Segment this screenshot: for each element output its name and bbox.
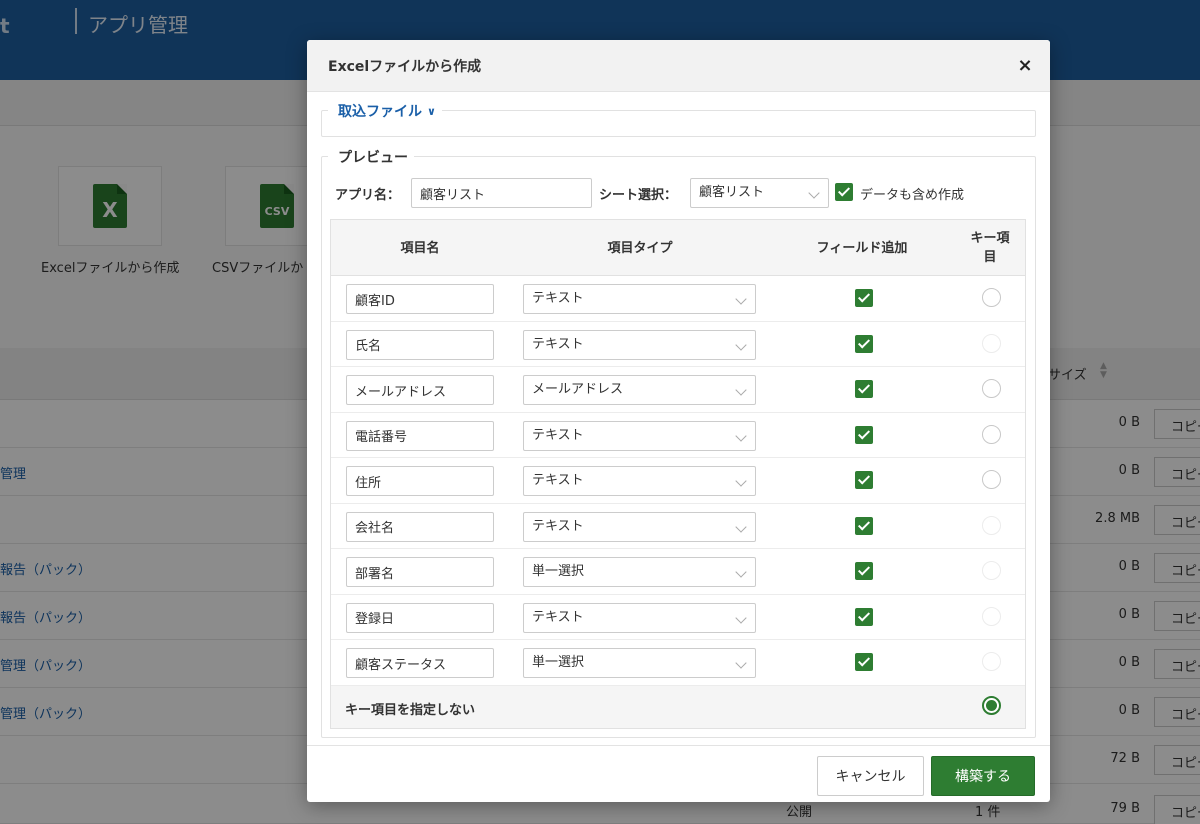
chevron-down-icon	[735, 384, 747, 396]
app-name-label: アプリ名：	[335, 188, 401, 203]
column-header-name: 項目名	[400, 240, 440, 256]
field-type-value: テキスト	[532, 518, 584, 534]
key-field-radio[interactable]	[982, 288, 1001, 307]
column-header-add-field: フィールド追加	[816, 240, 908, 256]
field-name-input[interactable]	[346, 420, 494, 451]
add-field-checkbox[interactable]	[855, 425, 873, 444]
key-field-radio	[982, 561, 1001, 580]
table-row: テキスト	[331, 321, 1025, 367]
field-type-value: 単一選択	[532, 564, 585, 579]
chevron-down-icon	[735, 611, 747, 624]
field-type-select[interactable]: 単一選択	[523, 648, 756, 678]
field-name-input[interactable]	[346, 602, 494, 633]
field-type-select[interactable]: テキスト	[523, 602, 756, 633]
field-type-select[interactable]: テキスト	[523, 420, 756, 451]
add-field-checkbox[interactable]	[855, 516, 873, 535]
add-field-checkbox[interactable]	[855, 380, 873, 398]
field-type-select[interactable]: テキスト	[523, 284, 756, 314]
add-field-checkbox[interactable]	[855, 471, 873, 489]
field-type-value: テキスト	[532, 336, 584, 352]
column-header-key: キー項 目	[953, 220, 1027, 276]
dialog-footer: キャンセル 構築する	[307, 745, 1050, 802]
add-field-checkbox[interactable]	[855, 562, 873, 580]
chevron-down-icon: ∨	[427, 105, 436, 118]
field-type-value: テキスト	[532, 473, 584, 488]
excel-create-dialog: Excelファイルから作成 × 取込ファイル∨ プレビュー アプリ名： シート選…	[307, 40, 1050, 802]
key-field-radio	[982, 606, 1001, 626]
field-type-value: テキスト	[532, 609, 584, 625]
add-field-checkbox[interactable]	[855, 334, 873, 353]
sheet-select-value: 顧客リスト	[699, 185, 765, 200]
table-row: テキスト	[331, 503, 1025, 549]
field-type-value: メールアドレス	[532, 382, 624, 397]
include-data-label: データも含め作成	[860, 188, 965, 203]
import-file-section: 取込ファイル ∨	[321, 101, 1036, 137]
field-type-select[interactable]: メールアドレス	[523, 375, 756, 405]
preview-legend: プレビュー	[328, 147, 414, 167]
import-file-toggle[interactable]: 取込ファイル ∨	[328, 101, 442, 121]
table-row: テキスト	[331, 412, 1025, 458]
app-name-input[interactable]	[411, 178, 592, 208]
chevron-down-icon	[808, 187, 820, 199]
add-field-checkbox[interactable]	[855, 289, 873, 307]
field-type-select[interactable]: 単一選択	[523, 557, 756, 587]
table-row: テキスト	[331, 276, 1025, 322]
field-name-input[interactable]	[346, 648, 494, 678]
no-key-radio[interactable]	[982, 695, 1001, 715]
chevron-down-icon	[735, 429, 747, 442]
field-type-select[interactable]: テキスト	[523, 466, 756, 496]
table-row: 単一選択	[331, 549, 1025, 595]
field-type-value: 単一選択	[532, 655, 585, 670]
column-header-key-line1: キー項	[970, 231, 1010, 246]
key-field-radio[interactable]	[982, 470, 1001, 489]
sheet-select-label: シート選択：	[599, 188, 678, 203]
chevron-down-icon	[735, 657, 747, 669]
chevron-down-icon	[735, 520, 747, 533]
field-type-value: テキスト	[532, 291, 584, 306]
field-type-value: テキスト	[532, 427, 584, 443]
cancel-button[interactable]: キャンセル	[817, 756, 924, 796]
field-name-input[interactable]	[346, 511, 494, 542]
table-row: テキスト	[331, 594, 1025, 640]
field-name-input[interactable]	[346, 375, 494, 405]
no-key-label: キー項目を指定しない	[345, 702, 476, 718]
field-type-select[interactable]: テキスト	[523, 511, 756, 542]
column-header-type: 項目タイプ	[607, 240, 673, 256]
field-preview-table: 項目名 項目タイプ フィールド追加 キー項 目 テキスト テキスト メールアドレ…	[330, 219, 1026, 729]
dialog-title: Excelファイルから作成	[328, 59, 482, 75]
chevron-down-icon	[735, 338, 747, 351]
add-field-checkbox[interactable]	[855, 607, 873, 626]
table-header: 項目名 項目タイプ フィールド追加 キー項 目	[331, 220, 1025, 276]
no-key-row: キー項目を指定しない	[331, 685, 1025, 728]
add-field-checkbox[interactable]	[855, 653, 873, 671]
build-button[interactable]: 構築する	[931, 756, 1035, 796]
key-field-radio[interactable]	[982, 424, 1001, 444]
chevron-down-icon	[735, 293, 747, 305]
close-icon[interactable]: ×	[1015, 56, 1035, 76]
key-field-radio[interactable]	[982, 379, 1001, 398]
field-name-input[interactable]	[346, 329, 494, 360]
include-data-checkbox[interactable]	[835, 183, 853, 201]
key-field-radio	[982, 333, 1001, 353]
field-name-input[interactable]	[346, 284, 494, 314]
dialog-header: Excelファイルから作成 ×	[307, 40, 1050, 92]
field-type-select[interactable]: テキスト	[523, 329, 756, 360]
sheet-select[interactable]: 顧客リスト	[690, 178, 829, 208]
field-name-input[interactable]	[346, 466, 494, 496]
table-row: テキスト	[331, 458, 1025, 504]
table-row: 単一選択	[331, 640, 1025, 686]
chevron-down-icon	[735, 475, 747, 487]
field-name-input[interactable]	[346, 557, 494, 587]
column-header-key-line2: 目	[983, 250, 997, 265]
table-row: メールアドレス	[331, 367, 1025, 413]
chevron-down-icon	[735, 566, 747, 578]
key-field-radio	[982, 515, 1001, 535]
key-field-radio	[982, 652, 1001, 671]
